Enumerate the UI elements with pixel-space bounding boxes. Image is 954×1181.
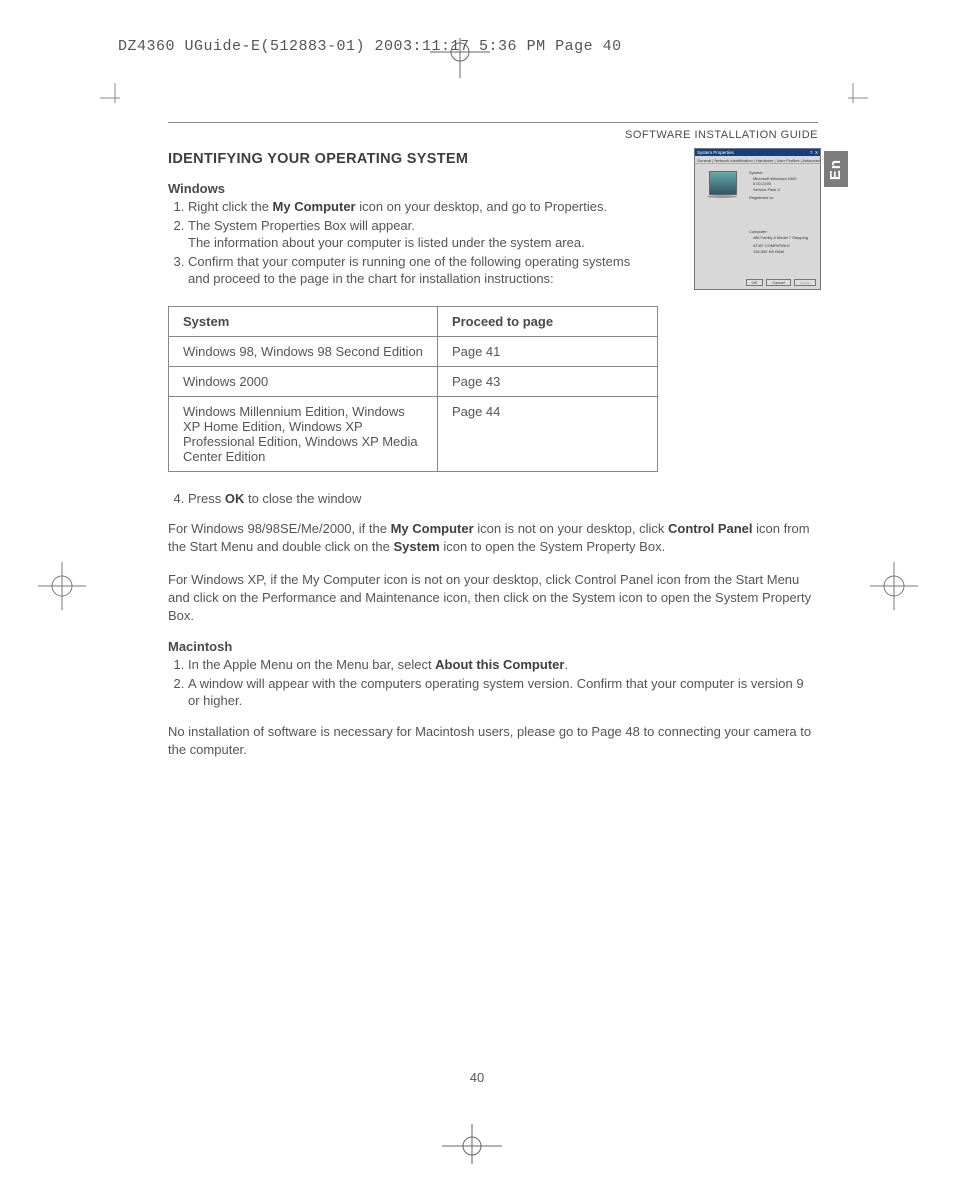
shot-cancel: Cancel: [766, 279, 790, 286]
win-step-1: Right click the My Computer icon on your…: [188, 198, 643, 216]
mac-step-1: In the Apple Menu on the Menu bar, selec…: [188, 656, 818, 674]
cell-page: Page 43: [437, 366, 657, 396]
shot-ok: OK: [746, 279, 764, 286]
th-page: Proceed to page: [437, 306, 657, 336]
shot-system-block: System: Microsoft Windows 2000 5.00.2195…: [749, 170, 816, 201]
shot-tabs: General | Network Identification | Hardw…: [695, 156, 820, 164]
table-row: Windows 2000 Page 43: [169, 366, 658, 396]
win-step-4: Press OK to close the window: [188, 490, 818, 508]
monitor-icon: [709, 171, 737, 195]
registration-mark-left: [38, 562, 86, 610]
win-step-2: The System Properties Box will appear.Th…: [188, 217, 643, 252]
windows-steps-cont: Press OK to close the window: [168, 490, 818, 508]
trim-mark-tl: [100, 83, 130, 113]
note-win98: For Windows 98/98SE/Me/2000, if the My C…: [168, 520, 818, 556]
shot-buttons: OK Cancel Apply: [744, 279, 817, 286]
registration-mark-bottom: [442, 1124, 502, 1164]
table-header-row: System Proceed to page: [169, 306, 658, 336]
windows-steps: Right click the My Computer icon on your…: [168, 198, 643, 288]
note-winxp: For Windows XP, if the My Computer icon …: [168, 571, 818, 626]
table-row: Windows Millennium Edition, Windows XP H…: [169, 396, 658, 471]
print-header: DZ4360 UGuide-E(512883-01) 2003:11:17 5:…: [118, 38, 622, 55]
system-properties-screenshot: System Properties? X General | Network I…: [694, 148, 821, 290]
note-mac: No installation of software is necessary…: [168, 723, 818, 759]
shot-computer-block: Computer: x86 Family 6 Model 7 Stepping …: [749, 229, 816, 254]
registration-mark-top: [430, 38, 490, 78]
trim-mark-tr: [838, 83, 868, 113]
windows-subheading: Windows: [168, 181, 643, 196]
language-tab-en: En: [824, 151, 848, 187]
registration-mark-right: [870, 562, 918, 610]
section-label: SOFTWARE INSTALLATION GUIDE: [168, 123, 818, 151]
mac-subheading: Macintosh: [168, 639, 818, 654]
mac-step-2: A window will appear with the computers …: [188, 675, 818, 710]
os-table: System Proceed to page Windows 98, Windo…: [168, 306, 658, 472]
cell-system: Windows 98, Windows 98 Second Edition: [169, 336, 438, 366]
shot-help-close: ? X: [810, 150, 818, 155]
shot-titlebar: System Properties? X: [695, 149, 820, 156]
cell-system: Windows 2000: [169, 366, 438, 396]
cell-system: Windows Millennium Edition, Windows XP H…: [169, 396, 438, 471]
win-step-3: Confirm that your computer is running on…: [188, 253, 643, 288]
shot-apply: Apply: [794, 279, 816, 286]
table-row: Windows 98, Windows 98 Second Edition Pa…: [169, 336, 658, 366]
cell-page: Page 41: [437, 336, 657, 366]
th-system: System: [169, 306, 438, 336]
page-number: 40: [0, 1070, 954, 1085]
cell-page: Page 44: [437, 396, 657, 471]
mac-steps: In the Apple Menu on the Menu bar, selec…: [168, 656, 818, 710]
